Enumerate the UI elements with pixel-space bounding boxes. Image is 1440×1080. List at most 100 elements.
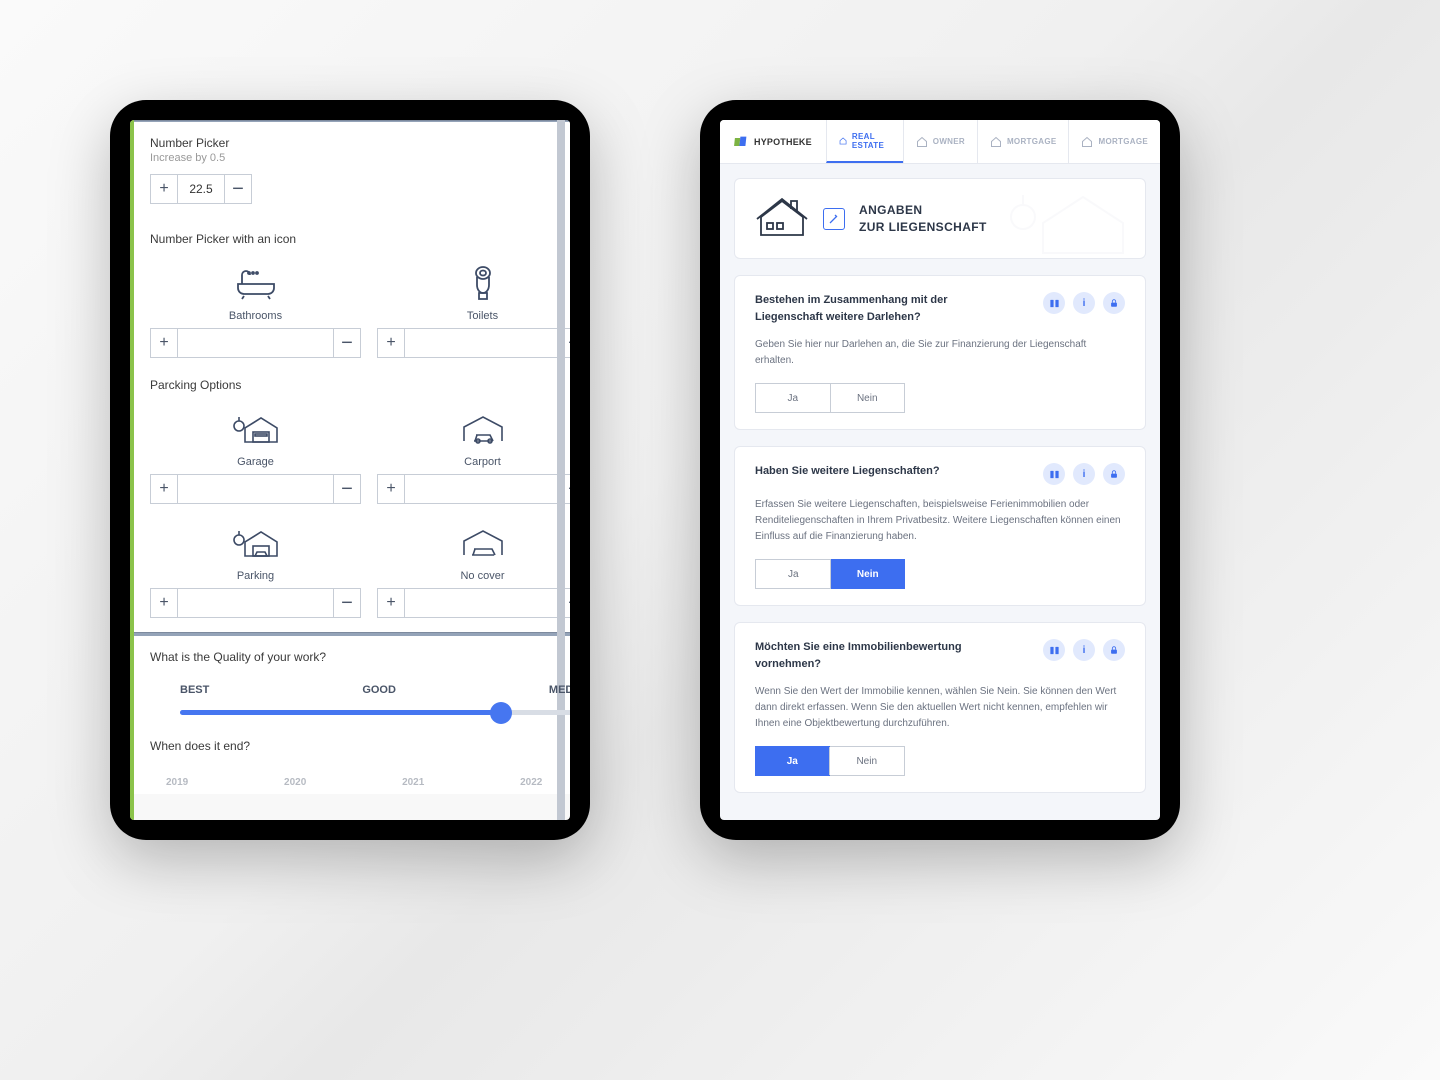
tab-mortgage-2[interactable]: MORTGAGE [1068, 120, 1160, 163]
tab-owner[interactable]: OWNER [903, 120, 977, 163]
card-question: Möchten Sie eine Immobilienbewertung vor… [755, 639, 1015, 672]
icon-picker-toilets: Toilets + − [377, 262, 570, 358]
quality-section: What is the Quality of your work? BEST G… [134, 636, 570, 721]
background-decoration-icon [1005, 187, 1135, 257]
decrement-button[interactable]: − [334, 329, 360, 357]
toggle-yes[interactable]: Ja [755, 746, 830, 776]
number-picker-section: Number Picker Increase by 0.5 + − [134, 122, 570, 218]
top-bar: HYPOTHEKE REAL ESTATE OWNER MORTGAGE MO [720, 120, 1160, 164]
garage-icon [150, 408, 361, 450]
slider-fill [180, 710, 501, 715]
increment-button[interactable]: + [151, 329, 177, 357]
toggle-yes[interactable]: Ja [756, 560, 831, 588]
nav-tabs: REAL ESTATE OWNER MORTGAGE MORTGAGE [826, 120, 1160, 163]
tab-mortgage[interactable]: MORTGAGE [977, 120, 1069, 163]
house-icon [839, 135, 847, 147]
icon-picker-carport: Carport + − [377, 408, 570, 504]
parking-icon [150, 522, 361, 564]
lock-icon[interactable] [1103, 463, 1125, 485]
picker: + − [150, 474, 361, 504]
icon-label: Parking [150, 570, 361, 582]
tab-label: REAL ESTATE [852, 132, 891, 150]
lock-icon[interactable] [1103, 292, 1125, 314]
edit-icon[interactable] [823, 208, 845, 230]
section-title: Number Picker [150, 136, 570, 150]
number-input[interactable] [404, 589, 561, 617]
house-detail-icon [755, 195, 809, 242]
year-label: 2020 [284, 777, 306, 788]
brand-label: HYPOTHEKE [754, 137, 812, 147]
parking-section: Parcking Options Garag [134, 372, 570, 632]
hero-line2: ZUR LIEGENSCHAFT [859, 219, 987, 236]
icon-label: No cover [377, 570, 570, 582]
icon-label: Carport [377, 456, 570, 468]
scrollbar[interactable] [557, 120, 565, 820]
icon-label: Garage [150, 456, 361, 468]
toggle-no[interactable]: Nein [830, 559, 906, 589]
card-question: Haben Sie weitere Liegenschaften? [755, 463, 940, 480]
decrement-button[interactable]: − [334, 475, 360, 503]
increment-button[interactable]: + [151, 589, 177, 617]
section-title: What is the Quality of your work? [150, 650, 570, 664]
picker: + − [377, 474, 570, 504]
slider-thumb[interactable] [490, 702, 512, 724]
increment-button[interactable]: + [378, 475, 404, 503]
number-input[interactable] [404, 475, 561, 503]
toggle-no[interactable]: Nein [830, 384, 905, 412]
card-description: Erfassen Sie weitere Liegenschaften, bei… [755, 497, 1125, 545]
quality-slider[interactable] [180, 710, 570, 715]
section-title: When does it end? [150, 739, 570, 753]
section-title: Parcking Options [150, 378, 570, 392]
info-icon[interactable]: i [1073, 639, 1095, 661]
hero-title: ANGABEN ZUR LIEGENSCHAFT [859, 202, 987, 236]
yes-no-toggle: Ja Nein [755, 559, 905, 589]
info-icon[interactable]: i [1073, 463, 1095, 485]
question-card: Möchten Sie eine Immobilienbewertung vor… [734, 622, 1146, 793]
bathtub-icon [150, 262, 361, 304]
tablet-right: HYPOTHEKE REAL ESTATE OWNER MORTGAGE MO [700, 100, 1180, 840]
increment-button[interactable]: + [378, 329, 404, 357]
slider-label: GOOD [362, 684, 396, 696]
picker: + − [150, 328, 361, 358]
brand-logo-icon [734, 134, 750, 150]
tab-label: MORTGAGE [1007, 137, 1057, 146]
increment-button[interactable]: + [151, 475, 177, 503]
toggle-no[interactable]: Nein [829, 747, 905, 775]
info-icon[interactable]: i [1073, 292, 1095, 314]
tab-label: MORTGAGE [1098, 137, 1148, 146]
decrement-button[interactable]: − [225, 175, 251, 203]
year-label: 2022 [520, 777, 542, 788]
book-icon[interactable] [1043, 463, 1065, 485]
hero-card: ANGABEN ZUR LIEGENSCHAFT [734, 178, 1146, 259]
tab-real-estate[interactable]: REAL ESTATE [826, 120, 903, 163]
picker: + − [150, 588, 361, 618]
icon-picker-nocover: No cover + − [377, 522, 570, 618]
lock-icon[interactable] [1103, 639, 1125, 661]
number-input[interactable] [177, 175, 225, 203]
year-labels: 2019 2020 2021 2022 2023 LONGER [150, 777, 570, 788]
brand: HYPOTHEKE [720, 120, 826, 163]
toggle-yes[interactable]: Ja [756, 384, 830, 412]
icon-label: Bathrooms [150, 310, 361, 322]
house-icon [1081, 136, 1093, 148]
decrement-button[interactable]: − [334, 589, 360, 617]
number-input[interactable] [177, 475, 334, 503]
picker: + − [377, 588, 570, 618]
card-question: Bestehen im Zusammenhang mit der Liegens… [755, 292, 1015, 325]
carport-icon [377, 408, 570, 450]
book-icon[interactable] [1043, 292, 1065, 314]
increment-button[interactable]: + [151, 175, 177, 203]
icon-picker-bathrooms: Bathrooms + − [150, 262, 361, 358]
question-card: Bestehen im Zusammenhang mit der Liegens… [734, 275, 1146, 430]
yes-no-toggle: Ja Nein [755, 383, 905, 413]
number-input[interactable] [177, 329, 334, 357]
increment-button[interactable]: + [378, 589, 404, 617]
yes-no-toggle: Ja Nein [755, 746, 905, 776]
icon-picker-parking: Parking + − [150, 522, 361, 618]
year-label: 2019 [166, 777, 188, 788]
number-input[interactable] [177, 589, 334, 617]
number-input[interactable] [404, 329, 561, 357]
number-picker: + − [150, 174, 252, 204]
book-icon[interactable] [1043, 639, 1065, 661]
question-card: Haben Sie weitere Liegenschaften? i Erfa… [734, 446, 1146, 606]
